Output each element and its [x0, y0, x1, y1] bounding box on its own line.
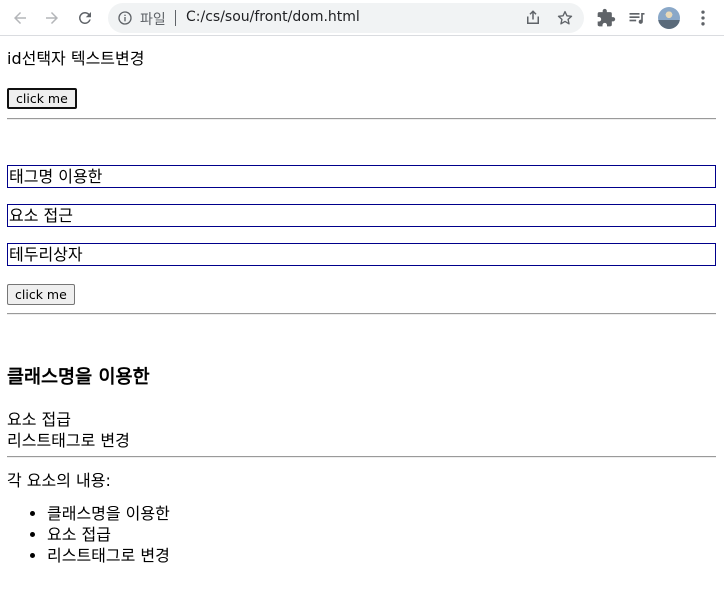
profile-avatar[interactable]	[658, 7, 680, 29]
kebab-menu-icon[interactable]	[693, 8, 713, 28]
security-label: 파일	[140, 12, 166, 28]
bordered-paragraph-3: 테두리상자	[7, 243, 716, 266]
url-text[interactable]: C:/cs/sou/front/dom.html	[186, 9, 360, 25]
reload-button[interactable]	[71, 4, 99, 32]
address-bar[interactable]: 파일 C:/cs/sou/front/dom.html	[108, 3, 584, 33]
forward-button[interactable]	[38, 4, 66, 32]
divider-2	[7, 313, 716, 315]
omnibox-divider	[175, 10, 176, 26]
list-item: 클래스명을 이용한	[47, 503, 170, 524]
divider-3	[7, 456, 716, 458]
page-content: id선택자 텍스트변경 click me 태그명 이용한 요소 접근 테두리상자…	[0, 36, 724, 604]
class-heading: 클래스명을 이용한	[7, 367, 150, 388]
contents-label: 각 요소의 내용:	[7, 471, 111, 490]
back-button[interactable]	[6, 4, 34, 32]
divider-1	[7, 118, 716, 120]
arrow-left-icon	[14, 12, 26, 24]
list-item: 요소 접급	[47, 524, 170, 545]
puzzle-icon[interactable]	[596, 8, 616, 28]
class-line-2: 리스트태그로 변경	[7, 431, 130, 450]
bordered-paragraph-2: 요소 접근	[7, 204, 716, 227]
list-item: 리스트태그로 변경	[47, 545, 170, 566]
browser-toolbar: 파일 C:/cs/sou/front/dom.html	[0, 0, 724, 36]
share-icon[interactable]	[524, 9, 542, 27]
reload-icon	[78, 11, 91, 24]
id-selector-text: id선택자 텍스트변경	[7, 49, 145, 68]
click-me-button-2[interactable]: click me	[7, 284, 75, 305]
queue-music-icon[interactable]	[627, 8, 647, 28]
click-me-button-1[interactable]: click me	[7, 88, 77, 109]
arrow-right-icon	[46, 12, 58, 24]
bordered-paragraph-1: 태그명 이용한	[7, 165, 716, 188]
info-circle-icon[interactable]	[117, 10, 133, 26]
star-icon[interactable]	[556, 9, 574, 27]
contents-list: 클래스명을 이용한 요소 접급 리스트태그로 변경	[7, 503, 170, 566]
